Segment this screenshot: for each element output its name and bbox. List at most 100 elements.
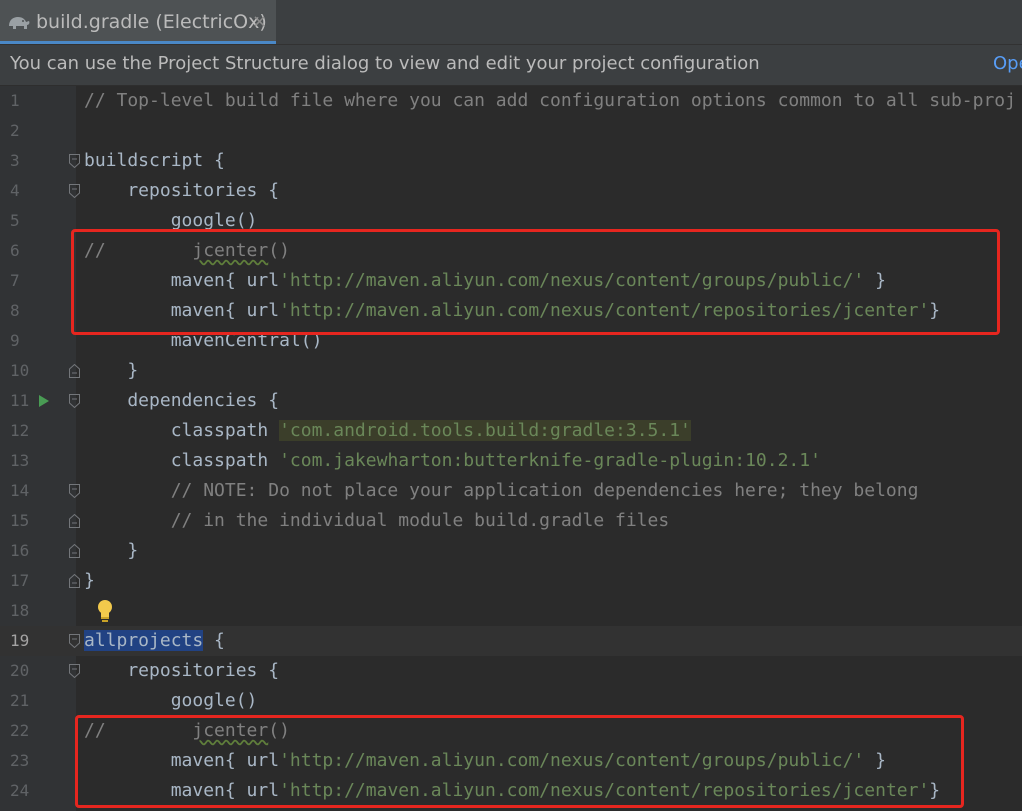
code-line[interactable]: 8 maven{ url'http://maven.aliyun.com/nex…: [0, 296, 1022, 326]
tab-build-gradle[interactable]: build.gradle (ElectricOx) ×: [0, 0, 276, 44]
code-line[interactable]: 13 classpath 'com.jakewharton:butterknif…: [0, 446, 1022, 476]
line-code: allprojects {: [84, 630, 225, 651]
line-number: 1: [10, 91, 20, 110]
code-line[interactable]: 6 // jcenter(): [0, 236, 1022, 266]
line-code: maven{ url'http://maven.aliyun.com/nexus…: [84, 270, 886, 291]
code-line[interactable]: 9 mavenCentral(): [0, 326, 1022, 356]
code-token: }: [929, 300, 941, 321]
line-number: 11: [10, 391, 30, 410]
code-line[interactable]: 11 dependencies {: [0, 386, 1022, 416]
code-line[interactable]: 23 maven{ url'http://maven.aliyun.com/ne…: [0, 746, 1022, 776]
editor-tab-bar: build.gradle (ElectricOx) ×: [0, 0, 1022, 45]
line-number: 23: [10, 751, 30, 770]
fold-open-icon[interactable]: [69, 634, 80, 648]
code-line[interactable]: 24 maven{ url'http://maven.aliyun.com/ne…: [0, 776, 1022, 806]
code-token: buildscript {: [84, 150, 225, 171]
comment-text: //: [84, 720, 193, 741]
code-line[interactable]: 1 // Top-level build file where you can a…: [0, 86, 1022, 116]
code-line[interactable]: 18: [0, 596, 1022, 626]
line-number: 13: [10, 451, 30, 470]
code-editor[interactable]: 1 // Top-level build file where you can a…: [0, 86, 1022, 811]
run-icon[interactable]: [38, 394, 50, 408]
code-line[interactable]: 7 maven{ url'http://maven.aliyun.com/nex…: [0, 266, 1022, 296]
line-code: // jcenter(): [84, 240, 290, 261]
code-line[interactable]: 19 allprojects {: [0, 626, 1022, 656]
line-code: }: [84, 540, 138, 561]
line-number: 4: [10, 181, 20, 200]
code-line[interactable]: 20 repositories {: [0, 656, 1022, 686]
fold-open-icon[interactable]: [69, 154, 80, 168]
code-line[interactable]: 5 google(): [0, 206, 1022, 236]
fold-open-icon[interactable]: [69, 664, 80, 678]
fold-open-icon[interactable]: [69, 394, 80, 408]
line-code: }: [84, 570, 95, 591]
line-code: dependencies {: [84, 390, 279, 411]
open-project-structure-link[interactable]: Ope: [993, 53, 1022, 74]
code-line[interactable]: 22 // jcenter(): [0, 716, 1022, 746]
code-token: google(): [84, 210, 258, 231]
line-number: 5: [10, 211, 20, 230]
code-line[interactable]: 10 }: [0, 356, 1022, 386]
line-code: classpath 'com.android.tools.build:gradl…: [84, 420, 691, 441]
line-code: classpath 'com.jakewharton:butterknife-g…: [84, 450, 821, 471]
code-line[interactable]: 15 // in the individual module build.gra…: [0, 506, 1022, 536]
code-line[interactable]: 17}: [0, 566, 1022, 596]
line-number: 7: [10, 271, 20, 290]
selected-identifier: allprojects: [84, 630, 204, 651]
line-number: 21: [10, 691, 30, 710]
code-token: mavenCentral(): [84, 330, 323, 351]
line-number: 15: [10, 511, 30, 530]
code-line[interactable]: 12 classpath 'com.android.tools.build:gr…: [0, 416, 1022, 446]
line-number: 16: [10, 541, 30, 560]
code-token: }: [864, 750, 886, 771]
fold-close-icon[interactable]: [69, 514, 80, 528]
fold-close-icon[interactable]: [69, 544, 80, 558]
line-number: 2: [10, 121, 20, 140]
fold-open-icon[interactable]: [69, 184, 80, 198]
close-icon[interactable]: ×: [252, 11, 267, 32]
code-token: }: [929, 780, 941, 801]
string-literal: 'http://maven.aliyun.com/nexus/content/g…: [279, 750, 865, 771]
line-number: 6: [10, 241, 20, 260]
code-token: }: [84, 540, 139, 561]
comment-text: (): [268, 720, 290, 741]
code-line[interactable]: 2: [0, 116, 1022, 146]
comment-text: (): [268, 240, 290, 261]
string-literal: 'com.android.tools.build:gradle:3.5.1': [279, 420, 691, 441]
code-token: }: [864, 270, 886, 291]
line-number: 18: [10, 601, 30, 620]
line-number: 14: [10, 481, 30, 500]
code-token: maven{ url: [84, 750, 280, 771]
line-number: 22: [10, 721, 30, 740]
string-literal: 'com.jakewharton:butterknife-gradle-plug…: [279, 450, 821, 471]
fold-close-icon[interactable]: [69, 574, 80, 588]
code-line[interactable]: 3 buildscript {: [0, 146, 1022, 176]
line-number: 20: [10, 661, 30, 680]
line-number: 24: [10, 781, 30, 800]
comment-text: // Top-level build file where you can ad…: [84, 90, 1016, 111]
code-line[interactable]: 4 repositories {: [0, 176, 1022, 206]
code-token: maven{ url: [84, 780, 280, 801]
code-line[interactable]: 14 // NOTE: Do not place your applicatio…: [0, 476, 1022, 506]
code-token: dependencies {: [84, 390, 280, 411]
code-line[interactable]: 16 }: [0, 536, 1022, 566]
fold-close-icon[interactable]: [69, 364, 80, 378]
code-token: classpath: [84, 420, 280, 441]
line-number: 9: [10, 331, 20, 350]
code-token: }: [84, 360, 139, 381]
comment-text: jcenter: [192, 720, 269, 741]
line-number: 8: [10, 301, 20, 320]
line-code: // Top-level build file where you can ad…: [84, 90, 1016, 111]
string-literal: 'http://maven.aliyun.com/nexus/content/r…: [279, 300, 930, 321]
lightbulb-icon[interactable]: [95, 598, 115, 624]
line-code: maven{ url'http://maven.aliyun.com/nexus…: [84, 750, 886, 771]
notification-banner: You can use the Project Structure dialog…: [0, 45, 1022, 86]
line-code: buildscript {: [84, 150, 225, 171]
line-code: google(): [84, 210, 258, 231]
fold-open-icon[interactable]: [69, 484, 80, 498]
line-code: google(): [84, 690, 258, 711]
code-token: maven{ url: [84, 270, 280, 291]
code-token: classpath: [84, 450, 280, 471]
code-line[interactable]: 21 google(): [0, 686, 1022, 716]
code-token: repositories {: [84, 660, 280, 681]
